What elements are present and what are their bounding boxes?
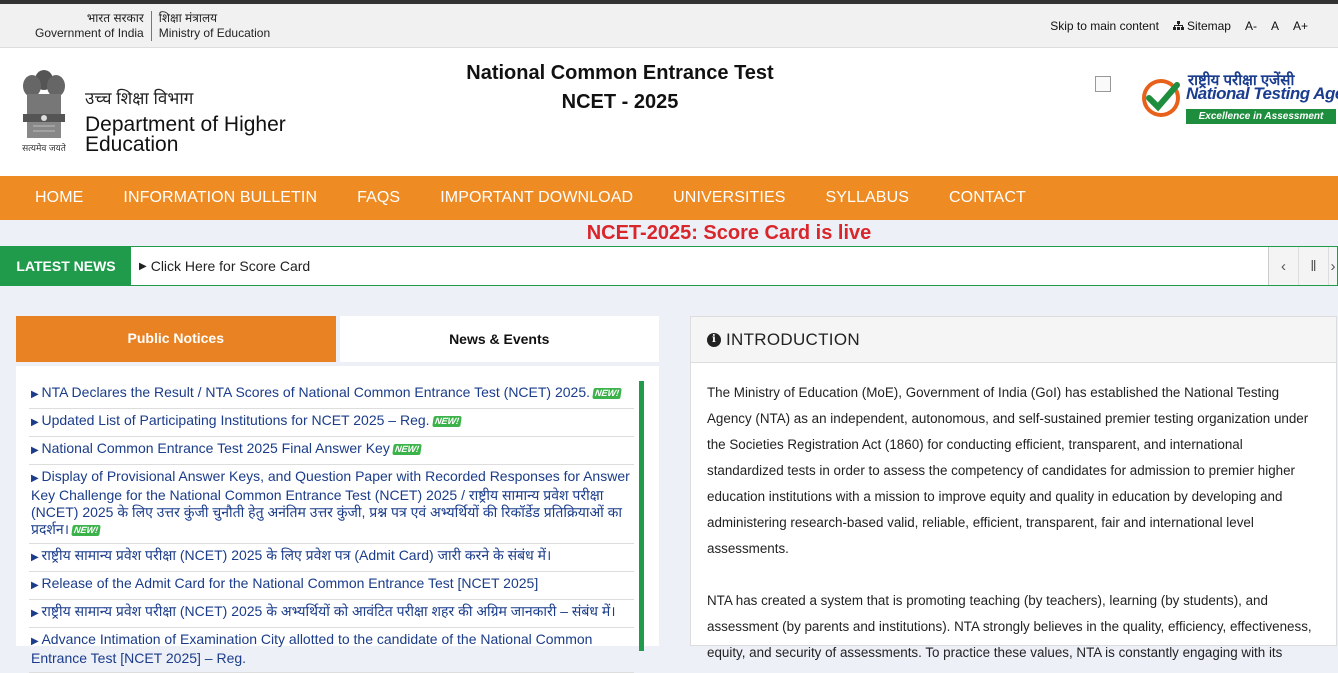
- notice-item[interactable]: ▶ NTA Declares the Result / NTA Scores o…: [29, 381, 634, 409]
- notice-text: National Common Entrance Test 2025 Final…: [41, 440, 390, 456]
- notice-item[interactable]: ▶ Updated List of Participating Institut…: [29, 409, 634, 437]
- nav-syllabus[interactable]: SYLLABUS: [806, 189, 930, 207]
- nta-name-english: National Testing Agency: [1186, 84, 1338, 103]
- font-decrease-button[interactable]: A-: [1245, 19, 1257, 33]
- next-news-icon[interactable]: ›: [1329, 247, 1337, 285]
- nav-faqs[interactable]: FAQS: [337, 189, 420, 207]
- nav-information-bulletin[interactable]: INFORMATION BULLETIN: [103, 189, 337, 207]
- nav-home[interactable]: HOME: [15, 189, 103, 207]
- caret-right-icon: ▶: [31, 608, 42, 619]
- font-increase-button[interactable]: A+: [1293, 19, 1308, 33]
- sitemap-link[interactable]: Sitemap: [1172, 18, 1231, 33]
- nta-logo[interactable]: राष्ट्रीय परीक्षा एजेंसी National Testin…: [1140, 70, 1338, 126]
- notices-tabs: Public Notices News & Events: [16, 316, 659, 362]
- notice-text: Updated List of Participating Institutio…: [41, 412, 430, 428]
- notice-item[interactable]: ▶ Display of Provisional Answer Keys, an…: [29, 465, 634, 544]
- new-badge: NEW!: [592, 387, 622, 399]
- notice-item[interactable]: ▶ राष्ट्रीय सामान्य प्रवेश परीक्षा (NCET…: [29, 600, 634, 628]
- gov-identity: भारत सरकार Government of India शिक्षा मं…: [35, 10, 271, 41]
- notice-item[interactable]: ▶ Release of the Admit Card for the Nati…: [29, 572, 634, 600]
- latest-news-item[interactable]: ▶ Click Here for Score Card: [131, 247, 1268, 285]
- caret-right-icon: ▶: [139, 260, 147, 272]
- gov-english: Government of India: [35, 25, 144, 40]
- main-navigation: HOME INFORMATION BULLETIN FAQS IMPORTANT…: [0, 176, 1338, 220]
- caret-right-icon: ▶: [31, 417, 42, 428]
- notice-text: Release of the Admit Card for the Nation…: [41, 575, 539, 591]
- caret-right-icon: ▶: [31, 445, 42, 456]
- new-badge: NEW!: [71, 524, 101, 536]
- site-header: सत्यमेव जयते उच्च शिक्षा विभाग Departmen…: [0, 48, 1338, 176]
- ministry-english: Ministry of Education: [158, 25, 271, 40]
- notice-text: राष्ट्रीय सामान्य प्रवेश परीक्षा (NCET) …: [41, 603, 616, 619]
- news-controls: ‹ ‖ ›: [1268, 247, 1337, 285]
- pause-news-icon[interactable]: ‖: [1299, 247, 1329, 285]
- introduction-title: INTRODUCTION: [726, 329, 860, 349]
- caret-right-icon: ▶: [31, 389, 42, 400]
- tab-public-notices[interactable]: Public Notices: [16, 316, 336, 362]
- department-hindi: उच्च शिक्षा विभाग: [85, 89, 194, 108]
- introduction-panel: i INTRODUCTION The Ministry of Education…: [690, 316, 1337, 660]
- notices-panel: Public Notices News & Events ▶ NTA Decla…: [16, 316, 659, 673]
- notice-item[interactable]: ▶ National Common Entrance Test 2025 Fin…: [29, 437, 634, 465]
- exam-title-line2: NCET - 2025: [561, 91, 679, 113]
- notices-scrollbar[interactable]: [639, 381, 644, 651]
- tab-news-events[interactable]: News & Events: [339, 316, 659, 362]
- nav-important-download[interactable]: IMPORTANT DOWNLOAD: [420, 189, 653, 207]
- introduction-paragraph-2: NTA has created a system that is promoti…: [707, 593, 1312, 660]
- notice-item[interactable]: ▶ Advance Intimation of Examination City…: [29, 628, 634, 673]
- announcement-banner[interactable]: NCET-2025: Score Card is live: [0, 220, 1338, 246]
- emblem-motto: सत्यमेव जयते: [22, 143, 66, 153]
- notices-list: ▶ NTA Declares the Result / NTA Scores o…: [16, 366, 659, 673]
- new-badge: NEW!: [431, 415, 462, 427]
- font-normal-button[interactable]: A: [1271, 19, 1279, 33]
- prev-news-icon[interactable]: ‹: [1269, 247, 1299, 285]
- government-bar: भारत सरकार Government of India शिक्षा मं…: [0, 4, 1338, 48]
- nta-tagline: Excellence in Assessment: [1186, 109, 1336, 124]
- skip-to-content-link[interactable]: Skip to main content: [1050, 19, 1159, 33]
- introduction-body: The Ministry of Education (MoE), Governm…: [691, 363, 1336, 666]
- ministry-hindi: शिक्षा मंत्रालय: [158, 10, 218, 25]
- sitemap-icon: [1172, 20, 1184, 30]
- notice-text: राष्ट्रीय सामान्य प्रवेश परीक्षा (NCET) …: [41, 547, 552, 563]
- broken-image-icon: [1095, 76, 1111, 92]
- nav-contact[interactable]: CONTACT: [929, 189, 1046, 207]
- latest-news-label: LATEST NEWS: [1, 247, 131, 285]
- nta-check-icon: [1142, 79, 1180, 117]
- caret-right-icon: ▶: [31, 636, 42, 647]
- nav-universities[interactable]: UNIVERSITIES: [653, 189, 805, 207]
- notice-text: NTA Declares the Result / NTA Scores of …: [41, 384, 591, 400]
- exam-title-line1: National Common Entrance Test: [466, 62, 774, 84]
- notice-text: Display of Provisional Answer Keys, and …: [31, 468, 630, 537]
- caret-right-icon: ▶: [31, 552, 42, 563]
- ashoka-emblem-icon: [23, 70, 65, 138]
- sitemap-label: Sitemap: [1186, 18, 1231, 33]
- accessibility-links: Skip to main content Sitemap A- A A+: [1050, 19, 1308, 33]
- notice-item[interactable]: ▶ राष्ट्रीय सामान्य प्रवेश परीक्षा (NCET…: [29, 544, 634, 572]
- caret-right-icon: ▶: [31, 580, 42, 591]
- info-icon: i: [707, 332, 721, 347]
- latest-news-text: Click Here for Score Card: [150, 258, 311, 274]
- department-name: उच्च शिक्षा विभाग Department of Higher E…: [85, 86, 315, 155]
- notice-text: Advance Intimation of Examination City a…: [31, 631, 593, 666]
- national-emblem: सत्यमेव जयते: [15, 68, 73, 154]
- latest-news-bar: LATEST NEWS ▶ Click Here for Score Card …: [0, 246, 1338, 286]
- caret-right-icon: ▶: [31, 473, 42, 484]
- new-badge: NEW!: [392, 443, 422, 455]
- gov-hindi: भारत सरकार: [86, 10, 144, 25]
- department-english: Department of Higher Education: [85, 113, 286, 156]
- exam-title: National Common Entrance Test NCET - 202…: [420, 59, 820, 117]
- introduction-paragraph-1: The Ministry of Education (MoE), Governm…: [707, 385, 1309, 556]
- introduction-header: i INTRODUCTION: [691, 317, 1336, 363]
